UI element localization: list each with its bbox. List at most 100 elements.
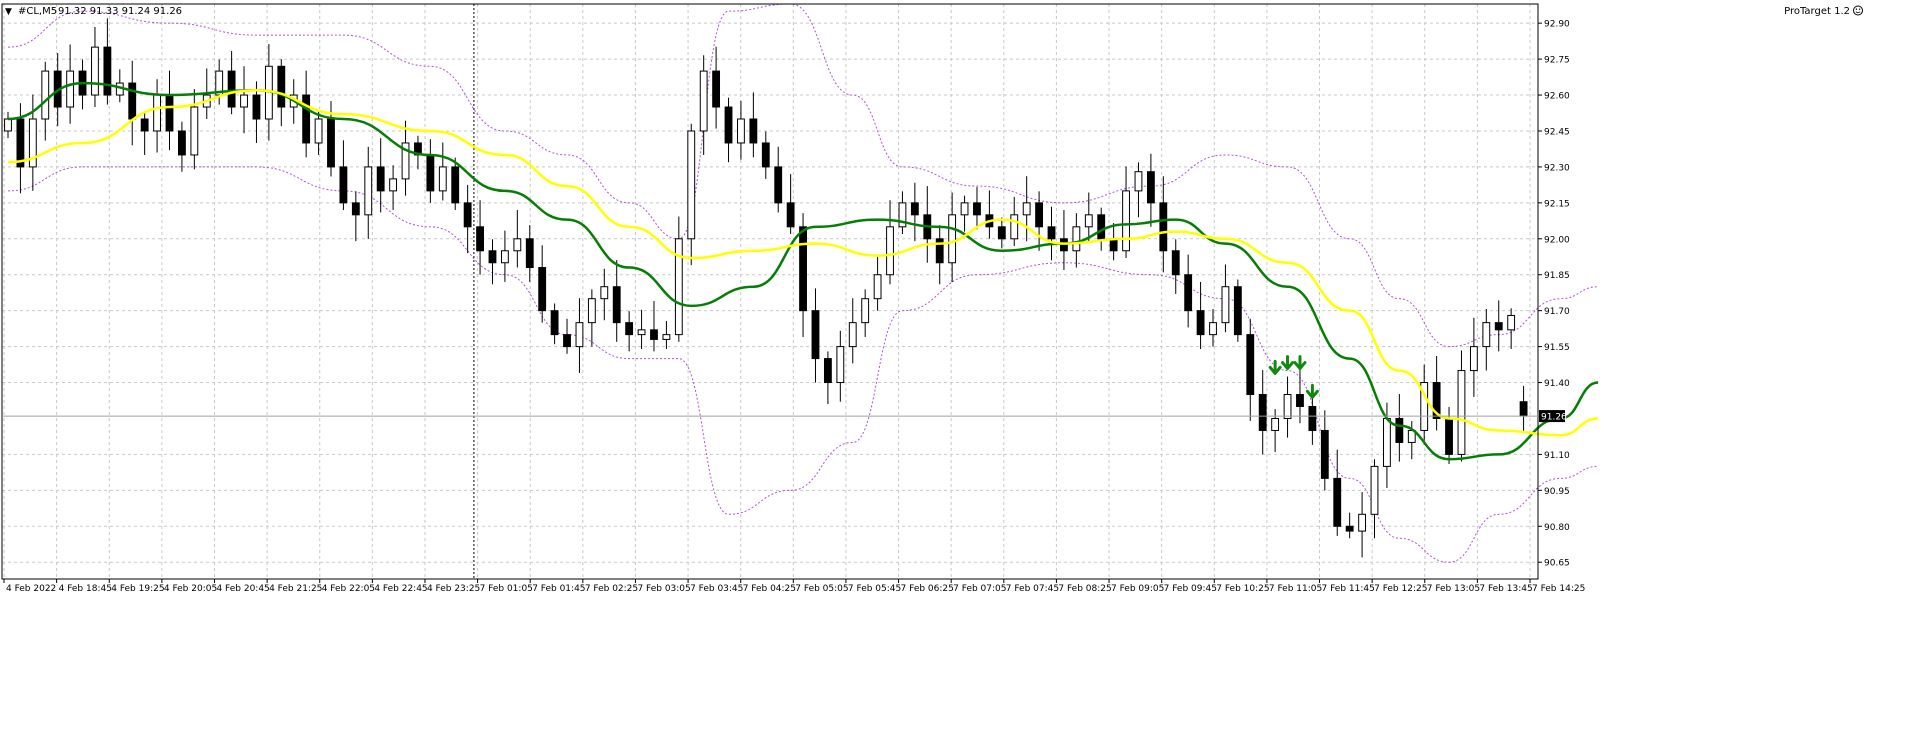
bear-candle [525, 238, 534, 269]
time-tick-label: 7 Feb 05:45 [848, 584, 901, 594]
price-tick-label: 91.10 [1544, 451, 1570, 461]
time-tick-label: 7 Feb 11:45 [1322, 584, 1375, 594]
bear-candle [463, 202, 472, 228]
bull-candle [1084, 214, 1093, 228]
bear-candle [811, 310, 820, 360]
bear-candle [451, 166, 460, 204]
time-tick-label: 7 Feb 13:45 [1479, 584, 1532, 594]
time-tick-label: 7 Feb 04:25 [743, 584, 796, 594]
time-tick-label: 7 Feb 01:05 [480, 584, 533, 594]
bear-candle [612, 286, 621, 324]
price-tick-label: 90.95 [1544, 487, 1570, 497]
bear-candle [724, 106, 733, 144]
bull-candle [1010, 214, 1019, 240]
bear-candle [997, 226, 1006, 240]
price-tick-label: 92.30 [1544, 163, 1570, 173]
bear-candle [1345, 525, 1354, 532]
bear-candle [339, 166, 348, 204]
bear-candle [302, 94, 311, 144]
bear-candle [426, 154, 435, 192]
price-tick-label: 92.75 [1544, 56, 1570, 66]
bear-candle [563, 334, 571, 348]
bull-candle [1358, 513, 1366, 532]
bull-candle [438, 166, 447, 192]
bull-candle [699, 70, 708, 132]
chart-canvas[interactable]: 92.90 92.75 92.60 92.45 92.30 92.15 92.00 91.85… [0, 0, 1916, 729]
bear-candle [178, 130, 186, 156]
time-tick-label: 4 Feb 23:25 [427, 584, 480, 594]
bull-candle [240, 94, 248, 108]
bear-candle [1196, 310, 1205, 336]
time-tick-label: 4 Feb 21:25 [269, 584, 322, 594]
bear-candle [1097, 214, 1106, 240]
price-tick-label: 92.60 [1544, 92, 1570, 102]
bear-candle [1519, 401, 1528, 417]
bull-candle [873, 274, 882, 300]
bull-candle [637, 329, 646, 336]
time-tick-label: 4 Feb 18:45 [59, 584, 112, 594]
bear-candle [1296, 394, 1304, 408]
bear-candle [1320, 429, 1329, 479]
bear-candle [749, 118, 758, 144]
price-tick-label: 92.45 [1544, 127, 1570, 137]
bull-candle [948, 214, 957, 264]
bull-candle [674, 238, 683, 336]
bear-candle [799, 226, 807, 312]
time-tick-label: 7 Feb 09:05 [1111, 584, 1164, 594]
bear-candle [351, 202, 360, 216]
bull-candle [1482, 322, 1491, 348]
bull-candle [836, 346, 845, 384]
time-tick-label: 7 Feb 05:05 [795, 584, 848, 594]
bull-candle [1457, 370, 1466, 455]
bear-candle [1171, 250, 1180, 276]
bear-candle [1233, 286, 1242, 336]
bear-candle [973, 202, 981, 216]
bull-candle [4, 118, 12, 132]
price-tick-label: 90.80 [1544, 523, 1570, 533]
bull-candle [1469, 346, 1478, 372]
bull-candle [600, 286, 609, 300]
current-price-label: 91.26 [1541, 413, 1567, 423]
bull-candle [848, 322, 857, 348]
ohlc-readout: 91.32 91.33 91.24 91.26 [58, 6, 182, 17]
time-tick-label: 7 Feb 03:05 [637, 584, 690, 594]
price-tick-label: 92.15 [1544, 199, 1570, 209]
bear-candle [625, 322, 634, 336]
bull-candle [513, 238, 522, 252]
bear-candle [252, 94, 261, 120]
price-chart[interactable]: 92.90 92.75 92.60 92.45 92.30 92.15 92.00 91.85… [0, 0, 1916, 729]
bull-candle [500, 250, 509, 264]
grid-lines [0, 0, 1916, 729]
time-tick-label: 7 Feb 03:45 [690, 584, 743, 594]
time-tick-label: 4 Feb 22:05 [322, 584, 375, 594]
bear-candle [538, 267, 547, 312]
time-tick-label: 7 Feb 09:45 [1164, 584, 1217, 594]
bull-candle [1134, 171, 1143, 192]
bear-candle [1494, 322, 1503, 331]
time-tick-label: 4 Feb 22:45 [374, 584, 427, 594]
bull-candle [1122, 190, 1130, 252]
bear-candle [140, 118, 149, 132]
bear-candle [650, 329, 658, 340]
bull-candle [662, 334, 671, 340]
bear-candle [165, 94, 174, 132]
bear-candle [1035, 202, 1044, 228]
bear-candle [761, 142, 770, 168]
time-tick-label: 4 Feb 2022 [6, 584, 56, 594]
price-tick-label: 91.85 [1544, 271, 1570, 281]
bull-candle [1221, 286, 1230, 324]
time-tick-label: 7 Feb 11:05 [1269, 584, 1322, 594]
time-tick-label: 7 Feb 01:45 [532, 584, 585, 594]
time-tick-label: 7 Feb 10:25 [1216, 584, 1269, 594]
chart-menu-icon[interactable]: ▼ [5, 7, 12, 17]
time-tick-label: 7 Feb 08:25 [1058, 584, 1111, 594]
bear-candle [1159, 202, 1168, 252]
bull-candle [1072, 226, 1081, 252]
bear-candle [712, 70, 721, 108]
bear-candle [128, 82, 137, 120]
time-tick-label: 7 Feb 12:25 [1374, 584, 1427, 594]
chart-background [0, 0, 1916, 729]
bull-candle [190, 106, 199, 156]
price-tick-label: 91.70 [1544, 307, 1570, 317]
time-tick-label: 7 Feb 06:25 [901, 584, 954, 594]
